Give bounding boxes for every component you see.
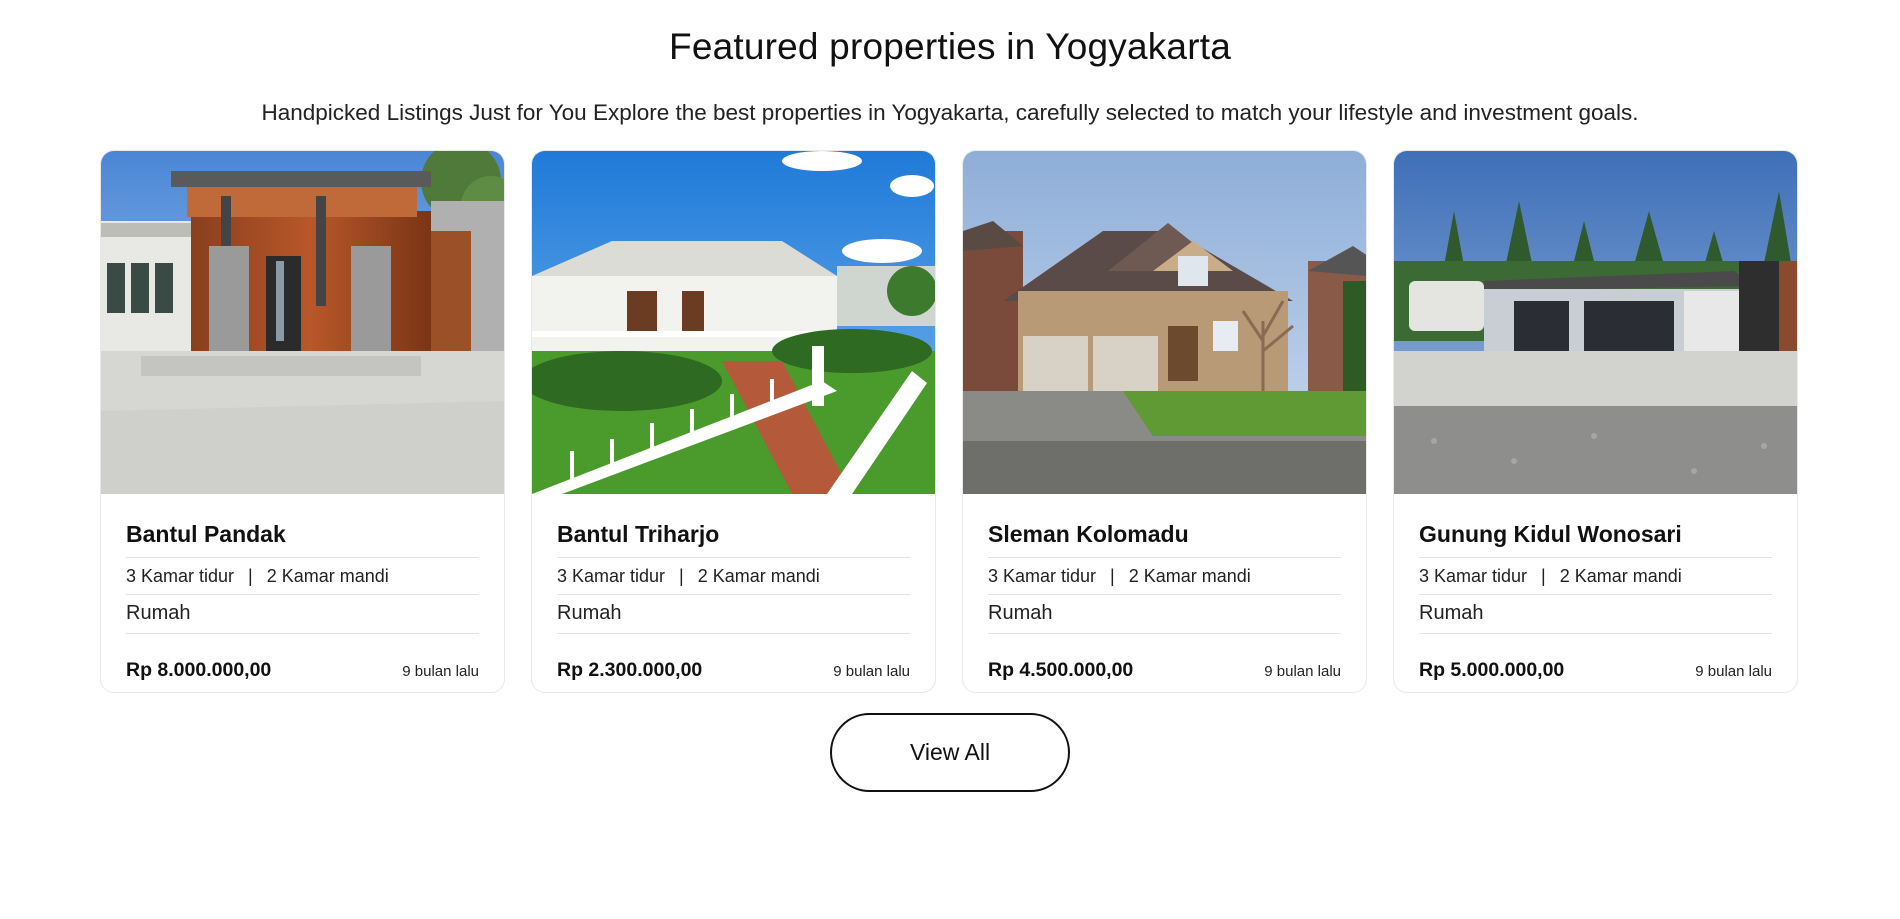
view-all-button[interactable]: View All xyxy=(830,713,1070,792)
bedroom-count: 3 Kamar tidur xyxy=(1419,566,1528,586)
property-specs: 3 Kamar tidur | 2 Kamar mandi xyxy=(988,558,1341,588)
property-card-list: Bantul Pandak 3 Kamar tidur | 2 Kamar mand… xyxy=(100,150,1798,693)
property-specs: 3 Kamar tidur | 2 Kamar mandi xyxy=(557,558,910,588)
property-name[interactable]: Gunung Kidul Wonosari xyxy=(1419,521,1772,551)
property-specs: 3 Kamar tidur | 2 Kamar mandi xyxy=(126,558,479,588)
section-title: Featured properties in Yogyakarta xyxy=(669,26,1231,67)
spec-separator: | xyxy=(679,566,684,586)
property-card[interactable]: Bantul Triharjo 3 Kamar tidur | 2 Kamar ma… xyxy=(531,150,936,693)
property-type: Rumah xyxy=(557,602,622,624)
spec-separator: | xyxy=(1110,566,1115,586)
section-subtitle: Handpicked Listings Just for You Explore… xyxy=(261,100,1639,125)
bathroom-count: 2 Kamar mandi xyxy=(266,566,389,586)
featured-properties-section: Featured properties in Yogyakarta Handpi… xyxy=(0,0,1900,919)
spec-separator: | xyxy=(1541,566,1546,586)
card-footer: Rp 5.000.000,00 9 bulan lalu xyxy=(1419,659,1772,682)
property-photo[interactable] xyxy=(101,151,505,494)
property-price: Rp 2.300.000,00 xyxy=(557,659,703,681)
card-footer: Rp 4.500.000,00 9 bulan lalu xyxy=(988,659,1341,682)
property-card[interactable]: Bantul Pandak 3 Kamar tidur | 2 Kamar mand… xyxy=(100,150,505,693)
divider xyxy=(557,633,910,634)
property-name[interactable]: Bantul Triharjo xyxy=(557,521,910,551)
spec-separator: | xyxy=(248,566,253,586)
posted-time: 9 bulan lalu xyxy=(1695,663,1772,680)
property-photo[interactable] xyxy=(1394,151,1798,494)
posted-time: 9 bulan lalu xyxy=(402,663,479,680)
bathroom-count: 2 Kamar mandi xyxy=(1128,566,1251,586)
posted-time: 9 bulan lalu xyxy=(1264,663,1341,680)
bedroom-count: 3 Kamar tidur xyxy=(557,566,666,586)
property-price: Rp 4.500.000,00 xyxy=(988,659,1134,681)
bedroom-count: 3 Kamar tidur xyxy=(988,566,1097,586)
bathroom-count: 2 Kamar mandi xyxy=(1559,566,1682,586)
divider xyxy=(126,633,479,634)
card-footer: Rp 2.300.000,00 9 bulan lalu xyxy=(557,659,910,682)
property-card[interactable]: Gunung Kidul Wonosari 3 Kamar tidur | 2 Ka… xyxy=(1393,150,1798,693)
bedroom-count: 3 Kamar tidur xyxy=(126,566,235,586)
divider xyxy=(988,633,1341,634)
bathroom-count: 2 Kamar mandi xyxy=(697,566,820,586)
property-specs: 3 Kamar tidur | 2 Kamar mandi xyxy=(1419,558,1772,588)
card-footer: Rp 8.000.000,00 9 bulan lalu xyxy=(126,659,479,682)
property-type: Rumah xyxy=(988,602,1053,624)
property-type: Rumah xyxy=(1419,602,1484,624)
property-photo[interactable] xyxy=(963,151,1367,494)
divider xyxy=(1419,633,1772,634)
property-card[interactable]: Sleman Kolomadu 3 Kamar tidur | 2 Kamar ma… xyxy=(962,150,1367,693)
property-name[interactable]: Bantul Pandak xyxy=(126,521,479,551)
property-name[interactable]: Sleman Kolomadu xyxy=(988,521,1341,551)
property-photo[interactable] xyxy=(532,151,936,494)
posted-time: 9 bulan lalu xyxy=(833,663,910,680)
property-price: Rp 8.000.000,00 xyxy=(126,659,272,681)
property-type: Rumah xyxy=(126,602,191,624)
property-price: Rp 5.000.000,00 xyxy=(1419,659,1565,681)
